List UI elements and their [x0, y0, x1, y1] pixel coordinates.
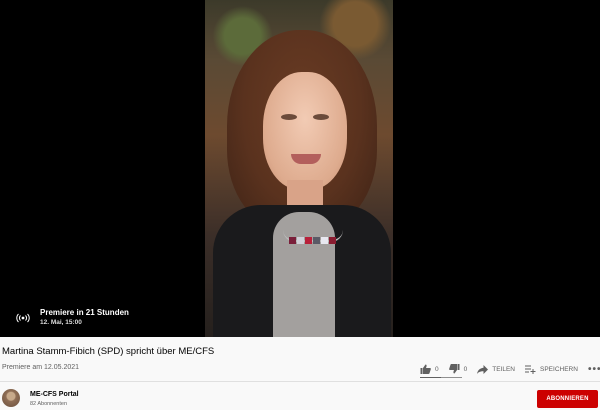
subscribe-button[interactable]: ABONNIEREN: [537, 390, 598, 408]
like-button[interactable]: 0: [420, 364, 439, 374]
save-button[interactable]: SPEICHERN: [525, 365, 578, 374]
premiere-label: Premiere in 21 Stunden: [40, 308, 129, 317]
like-ratio-fill: [420, 377, 441, 378]
premiere-date: 12. Mai, 15:00: [40, 319, 82, 326]
video-title: Martina Stamm-Fibich (SPD) spricht über …: [2, 346, 215, 357]
dislike-button[interactable]: 0: [448, 364, 468, 374]
share-arrow-icon: [477, 364, 489, 374]
save-label: SPEICHERN: [540, 365, 578, 373]
playlist-add-icon: [525, 365, 536, 374]
thumbs-up-icon: [420, 364, 431, 374]
premiere-countdown: Premiere in 21 Stunden 12. Mai, 15:00: [14, 308, 129, 327]
live-broadcast-icon: [14, 311, 32, 325]
channel-name[interactable]: ME-CFS Portal: [30, 391, 79, 398]
action-bar: 0 0 TEILEN SPEICHERN •••: [420, 361, 600, 377]
video-thumbnail: [205, 0, 393, 337]
like-ratio-bar: [420, 377, 462, 378]
more-icon: •••: [587, 363, 600, 375]
video-player[interactable]: Premiere in 21 Stunden 12. Mai, 15:00: [0, 0, 600, 337]
like-count: 0: [435, 365, 439, 373]
divider: [0, 381, 600, 382]
channel-avatar[interactable]: [2, 389, 20, 407]
subscriber-count: 82 Abonnenten: [30, 401, 68, 407]
share-label: TEILEN: [492, 365, 516, 373]
more-actions-button[interactable]: •••: [588, 364, 600, 375]
thumbs-down-icon: [448, 364, 460, 374]
dislike-count: 0: [463, 365, 468, 373]
premiere-date-text: Premiere am 12.05.2021: [2, 364, 80, 371]
share-button[interactable]: TEILEN: [477, 364, 516, 374]
